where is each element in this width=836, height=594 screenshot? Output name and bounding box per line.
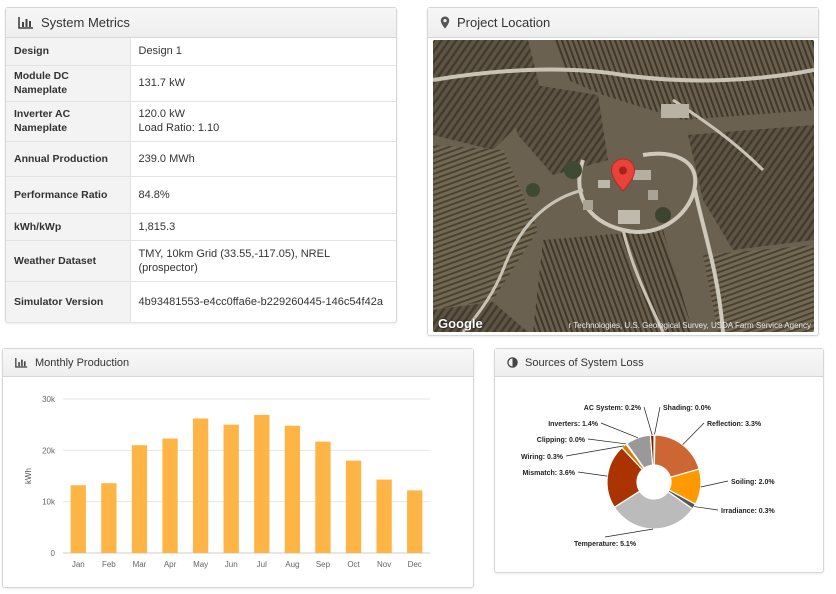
table-row: Annual Production 239.0 MWh — [6, 141, 396, 177]
y-tick-label: 20k — [42, 446, 56, 455]
label-leader-line — [604, 528, 654, 538]
metric-value: 120.0 kW Load Ratio: 1.10 — [130, 101, 396, 142]
table-row: kWh/kWp 1,815.3 — [6, 213, 396, 241]
slice-label: Wiring: 0.3% — [521, 454, 564, 461]
bar-chart-icon — [18, 16, 34, 29]
table-row: Module DC Nameplate 131.7 kW — [6, 65, 396, 102]
slice-label: Clipping: 0.0% — [537, 437, 586, 444]
table-row: Simulator Version 4b93481553-e4cc0ffa6e-b… — [6, 281, 396, 323]
map-attribution: r Technologies, U.S. Geological Survey, … — [568, 321, 811, 330]
label-leader-line — [700, 480, 729, 488]
x-tick-label: Jun — [225, 560, 238, 569]
map-marker-icon — [440, 16, 450, 29]
table-row: Inverter AC Nameplate 120.0 kW Load Ratio:… — [6, 101, 396, 142]
bar — [407, 490, 423, 553]
load-ratio-value: Load Ratio: 1.10 — [138, 122, 220, 134]
satellite-map[interactable]: Google r Technologies, U.S. Geological S… — [433, 40, 814, 332]
metric-value: 131.7 kW — [130, 65, 396, 102]
bar — [192, 418, 209, 553]
y-axis-label: kWh — [24, 468, 33, 484]
bar — [223, 424, 239, 553]
panel-title: Monthly Production — [35, 356, 130, 369]
metric-key: Simulator Version — [6, 281, 131, 323]
table-row: Design Design 1 — [6, 38, 396, 66]
x-tick-label: Aug — [285, 560, 299, 569]
slice-label: Mismatch: 3.6% — [522, 470, 575, 477]
google-logo[interactable]: Google — [438, 316, 483, 331]
y-tick-label: 30k — [42, 395, 56, 404]
y-tick-label: 10k — [42, 498, 56, 507]
system-metrics-header: System Metrics — [6, 8, 396, 38]
panel-title: System Metrics — [41, 15, 130, 30]
slice-label: Inverters: 1.4% — [548, 421, 599, 428]
label-leader-line — [577, 471, 608, 477]
table-row: Weather Dataset TMY, 10km Grid (33.55,-11… — [6, 240, 396, 282]
metric-value: 239.0 MWh — [130, 141, 396, 177]
slice-label: Shading: 0.0% — [663, 405, 712, 412]
label-leader-line — [587, 438, 627, 445]
system-loss-chart: Shading: 0.0% Reflection: 3.3% Soiling: 2.… — [521, 405, 775, 548]
x-tick-label: Apr — [164, 560, 177, 569]
pie-chart-icon — [507, 357, 518, 368]
metric-value: 84.8% — [130, 176, 396, 214]
slice-label: Irradiance: 0.3% — [721, 508, 775, 515]
system-loss-header: Sources of System Loss — [495, 349, 823, 377]
metric-key: Design — [6, 38, 131, 66]
panel-title: Project Location — [457, 15, 551, 30]
label-leader-line — [694, 506, 719, 511]
table-row: Performance Ratio 84.8% — [6, 176, 396, 214]
slice-label: Soiling: 2.0% — [731, 479, 775, 486]
project-location-panel: Project Location Google r Technologies, … — [427, 7, 819, 336]
system-loss-panel: Sources of System Loss Shading: 0.0% Refl… — [494, 348, 824, 573]
x-tick-label: Jul — [257, 560, 267, 569]
x-tick-label: Oct — [347, 560, 360, 569]
bar — [70, 485, 86, 553]
metric-key: Weather Dataset — [6, 240, 131, 282]
monthly-production-header: Monthly Production — [3, 349, 473, 377]
x-tick-label: Dec — [408, 560, 422, 569]
y-tick-label: 0 — [51, 549, 56, 558]
metric-value: Design 1 — [130, 38, 396, 66]
bar-chart-icon — [15, 357, 28, 368]
metric-key: Annual Production — [6, 141, 131, 177]
label-leader-line — [654, 406, 661, 436]
metric-key: kWh/kWp — [6, 213, 131, 241]
x-tick-label: Feb — [102, 560, 116, 569]
bar — [162, 438, 178, 553]
system-metrics-panel: System Metrics Design Design 1 Module DC … — [5, 7, 397, 323]
x-tick-label: Jan — [72, 560, 85, 569]
x-tick-label: Nov — [377, 560, 391, 569]
metric-key: Module DC Nameplate — [6, 65, 131, 102]
x-tick-label: Sep — [316, 560, 331, 569]
x-tick-label: May — [193, 560, 208, 569]
metrics-table: Design Design 1 Module DC Nameplate 131.7 … — [6, 38, 396, 323]
slice-label: Temperature: 5.1% — [574, 541, 637, 548]
metric-key: Inverter AC Nameplate — [6, 101, 131, 142]
metric-key: Performance Ratio — [6, 176, 131, 214]
bar — [254, 414, 270, 553]
metric-value: TMY, 10km Grid (33.55,-117.05), NREL (pr… — [130, 240, 396, 282]
bar — [345, 460, 362, 553]
label-leader-line — [600, 422, 639, 439]
x-tick-label: Mar — [133, 560, 147, 569]
project-location-header: Project Location — [428, 8, 818, 38]
monthly-production-panel: Monthly Production 0 10k 20k 30k kWh Jan Feb Ma… — [2, 348, 474, 588]
inverter-ac-value: 120.0 kW — [138, 108, 185, 120]
slice-label: Reflection: 3.3% — [707, 421, 762, 428]
label-leader-line — [682, 422, 705, 445]
bar — [101, 483, 117, 553]
bar — [376, 479, 392, 553]
bar — [284, 425, 301, 553]
label-leader-line — [643, 406, 653, 436]
bar — [315, 441, 331, 553]
map-pin-icon[interactable] — [610, 158, 636, 192]
panel-title: Sources of System Loss — [525, 356, 644, 369]
metric-value: 1,815.3 — [130, 213, 396, 241]
slice-label: AC System: 0.2% — [584, 405, 642, 412]
bar — [131, 445, 148, 553]
metric-value: 4b93481553-e4cc0ffa6e-b229260445-146c54f… — [130, 281, 396, 323]
monthly-production-chart: 0 10k 20k 30k kWh Jan Feb Mar Apr May Jun Jul Aug Sep… — [24, 395, 430, 569]
